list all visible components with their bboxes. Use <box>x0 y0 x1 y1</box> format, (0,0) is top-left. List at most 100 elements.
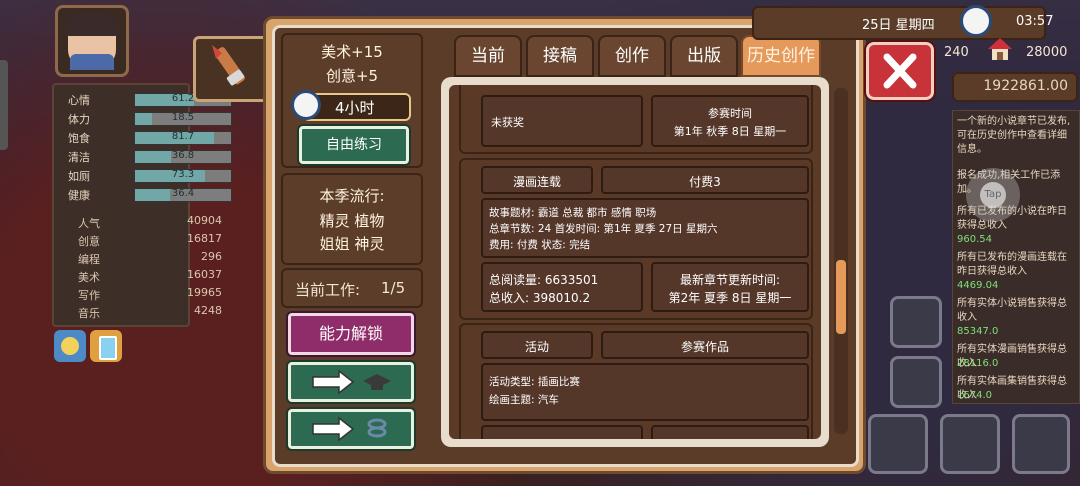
free-practice-label: 自由练习 <box>326 137 382 153</box>
award-status-cell: 未获奖 <box>481 95 643 147</box>
arrow-graduation-icon <box>312 369 391 395</box>
event-extra-cell <box>481 425 643 439</box>
brush-tool-panel[interactable] <box>193 36 273 102</box>
avatar-shirt <box>70 54 114 70</box>
ability-unlock-button[interactable]: 能力解锁 <box>288 313 414 355</box>
avatar-hair <box>64 12 120 36</box>
tab-publish[interactable]: 出版 <box>670 35 738 77</box>
resource-b: 28000 <box>1026 45 1068 60</box>
stat-row-clean: 清洁 36.8 <box>54 148 232 164</box>
stat-row-health: 健康 36.4 <box>54 186 232 202</box>
ability-unlock-label: 能力解锁 <box>318 324 383 343</box>
stat-label: 美术 <box>78 271 100 284</box>
current-time: 03:57 <box>1016 14 1054 29</box>
log-item: 所有已发布的漫画连载在昨日获得总收入 <box>957 252 1067 277</box>
tab-commission[interactable]: 接稿 <box>526 35 594 77</box>
total-income: 总收入: 398010.2 <box>489 291 591 305</box>
current-work-label: 当前工作: <box>295 281 361 299</box>
message-log[interactable]: 一个新的小说章节已发布,可在历史创作中查看详细信息。 报名成功,相关工作已添加。… <box>952 110 1080 404</box>
stat-row-music: 音乐 4248 <box>54 304 222 320</box>
trend-title: 本季流行: <box>319 187 385 205</box>
log-value: 28116.0 <box>957 358 999 369</box>
stat-value: 19965 <box>187 286 222 299</box>
stat-bar: 18.5 <box>134 112 232 126</box>
contest-time-cell: 参赛时间 第1年 秋季 8日 星期一 <box>651 95 809 147</box>
stat-label: 饱食 <box>68 132 90 145</box>
stat-row-popularity: 人气 40904 <box>54 214 222 230</box>
tap-indicator: Tap <box>966 168 1020 222</box>
log-value: 4469.04 <box>957 280 999 291</box>
practice-gain-art: 美术+15 <box>321 43 383 61</box>
stat-value: 73.3 <box>171 169 195 180</box>
stat-value: 16037 <box>187 268 222 281</box>
tab-create[interactable]: 创作 <box>598 35 666 77</box>
history-content: 未获奖 参赛时间 第1年 秋季 8日 星期一 漫画连载 付费3 故事题材: 霸道… <box>441 77 829 447</box>
practice-gain-creativity: 创意+5 <box>325 67 379 85</box>
pen-tool-icon[interactable] <box>940 414 1000 474</box>
close-button[interactable] <box>866 42 934 100</box>
stat-label: 体力 <box>68 113 90 126</box>
mood-buff-icon[interactable] <box>54 330 86 362</box>
stat-row-art: 美术 16037 <box>54 268 222 284</box>
pay-type: 付费3 <box>689 175 721 189</box>
stat-label: 如厕 <box>68 170 90 183</box>
go-study-button[interactable] <box>288 362 414 402</box>
drink-buff-icon[interactable] <box>90 330 122 362</box>
stat-value: 18.5 <box>171 112 195 123</box>
stat-value: 36.8 <box>171 150 195 161</box>
scrollbar-thumb[interactable] <box>836 260 846 334</box>
award-status: 未获奖 <box>491 116 524 129</box>
tab-history[interactable]: 历史创作 <box>741 35 821 77</box>
log-value: 1674.0 <box>957 390 992 401</box>
resource-row: 240 28000 <box>930 38 1067 64</box>
stat-bar: 73.3 <box>134 169 232 183</box>
arrow-spring-icon <box>312 416 387 442</box>
current-date: 25日 星期四 <box>862 18 935 33</box>
log-item: 所有实体小说销售获得总收入 <box>957 298 1067 323</box>
stat-bar: 36.8 <box>134 150 232 164</box>
stat-row-mood: 心情 61.2 <box>54 91 232 107</box>
trend-box: 本季流行: 精灵 植物 姐姐 神灵 <box>281 173 423 265</box>
stat-value: 296 <box>201 250 222 263</box>
stat-label: 编程 <box>78 253 100 266</box>
stat-bar: 81.7 <box>134 131 232 145</box>
log-value: 85347.0 <box>957 326 999 337</box>
bag-icon[interactable] <box>890 356 942 408</box>
stat-value: 40904 <box>187 214 222 227</box>
go-spring-button[interactable] <box>288 409 414 449</box>
stat-label: 音乐 <box>78 307 100 320</box>
stopwatch-icon <box>291 90 321 120</box>
wrench-tool-icon[interactable] <box>1012 414 1070 474</box>
update-time-label: 最新章节更新时间: <box>679 273 781 287</box>
stat-label: 清洁 <box>68 151 90 164</box>
work-genre: 故事题材: 霸道 总裁 都市 感情 职场 <box>489 207 657 219</box>
log-item: 一个新的小说章节已发布,可在历史创作中查看详细信息。 <box>957 116 1071 155</box>
stat-bar: 36.4 <box>134 188 232 202</box>
stat-row-programming: 编程 296 <box>54 250 222 266</box>
stat-row-satiety: 饱食 81.7 <box>54 129 232 145</box>
event-entry: 参赛作品 <box>680 340 729 354</box>
stat-label: 健康 <box>68 189 90 202</box>
history-card-event: 活动 参赛作品 活动类型: 插画比赛 绘画主题: 汽车 <box>459 323 813 439</box>
stat-label: 创意 <box>78 235 100 248</box>
free-practice-button[interactable]: 自由练习 <box>299 126 409 164</box>
event-type-cell: 活动 <box>481 331 593 359</box>
history-list[interactable]: 未获奖 参赛时间 第1年 秋季 8日 星期一 漫画连载 付费3 故事题材: 霸道… <box>449 85 821 439</box>
player-avatar[interactable] <box>55 5 129 77</box>
screen-edge-handle <box>0 60 8 150</box>
work-fee-status: 费用: 付费 状态: 完结 <box>489 239 591 251</box>
work-type: 漫画连载 <box>512 175 561 189</box>
tab-current[interactable]: 当前 <box>454 35 522 77</box>
event-entry-cell: 参赛作品 <box>601 331 809 359</box>
stat-row-creativity: 创意 16817 <box>54 232 222 248</box>
history-scrollbar[interactable] <box>834 88 848 434</box>
watermelon-icon[interactable] <box>890 296 942 348</box>
event-type: 活动 <box>524 340 549 354</box>
brush-tool-icon[interactable] <box>868 414 928 474</box>
money-value: 1922861.00 <box>983 78 1068 94</box>
stat-value: 4248 <box>194 304 222 317</box>
top-status-bar: 25日 星期四 03:57 <box>752 5 1053 40</box>
stat-label: 心情 <box>68 94 90 107</box>
stat-row-writing: 写作 19965 <box>54 286 222 302</box>
house-icon <box>986 36 1014 62</box>
